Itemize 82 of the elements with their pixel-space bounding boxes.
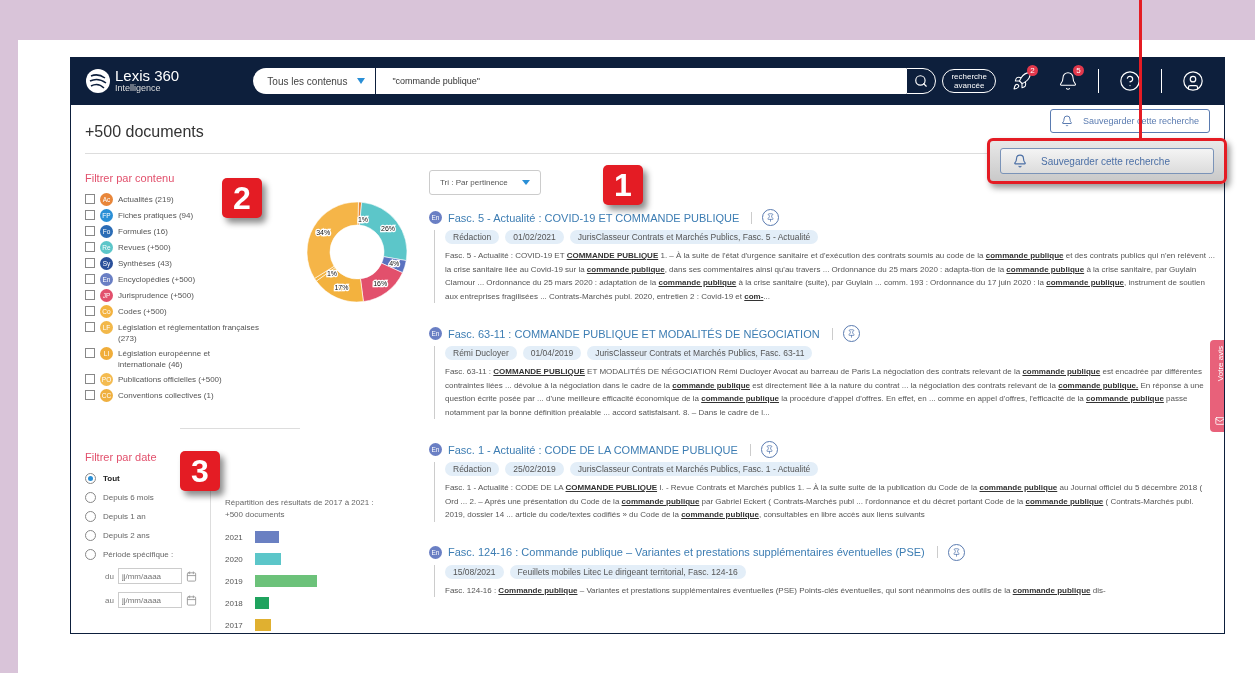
year-label: 2018 bbox=[225, 598, 243, 608]
bell-icon bbox=[1013, 154, 1027, 168]
field-label: au bbox=[105, 595, 114, 605]
section-title: Filtrer par date bbox=[85, 451, 158, 463]
count-badge: 2 bbox=[1027, 65, 1038, 76]
calendar-icon bbox=[185, 570, 197, 582]
date-field[interactable]: jj/mm/aaaa bbox=[117, 592, 182, 608]
result-excerpt: Fasc. 63-11 : COMMANDE PUBLIQUE ET MODALITÉS DE NÉGOCIATION Rémi Ducloyer Avocat au barreau de Paris La négociation des contrats relevant de la commande publique est encadrée par différentes contraintes liées ... dévolue à la négociation dans le cadre de la commande publique est directement liée à la nature du contrat ... la négociation des contrats relevant de la commande publique. En réponse à une question écrite posée par ... d'une meilleure efficacité économique de la commande publique la procédure d'appel d'offres. En effet, en ... comme en appel d'offres, l'efficacité de la commande publique passe notamment par la bonne définition préalable ... accord satisfaisant. 8. – Dans le cadre de l... bbox=[445, 366, 1205, 419]
pin-button[interactable] bbox=[947, 543, 965, 561]
annotation-number: 1 bbox=[603, 165, 643, 205]
result-tag: Rémi Ducloyer bbox=[445, 346, 517, 360]
pin-icon bbox=[846, 329, 856, 338]
bell-icon bbox=[1060, 115, 1073, 127]
field-label: du bbox=[105, 571, 114, 581]
result-tag: 01/02/2021 bbox=[505, 230, 564, 244]
result-excerpt: Fasc. 1 - Actualité : CODE DE LA COMMANDE PUBLIQUE I. - Revue Contrats et Marchés publics 1. – À la suite suite de la publication du Code de la commande publique au Journal officiel du 5 décembre 2018 ( Ord ... 2. – Après une présentation du Code de la commande publique par Gabriel Eckert ( Contrats-Marchés publ ... l'ordonnance et du décret portant Code de la commande publique ( Contrats-Marchés publ. 2019, dossier 14 ... article du code/textes codifiés » du Code de la commande publique, consultables en libre accès aux liens suivants bbox=[445, 482, 1204, 521]
caret-icon bbox=[357, 78, 366, 84]
search-icon bbox=[914, 74, 929, 88]
result-tag: 01/04/2019 bbox=[522, 346, 582, 360]
checkbox[interactable] bbox=[85, 210, 95, 220]
result-tag: 15/08/2021 bbox=[445, 564, 504, 579]
date-option[interactable]: Tout bbox=[85, 473, 120, 484]
annotation-number: 2 bbox=[222, 178, 262, 218]
result-tag: JurisClasseur Contrats et Marchés Publics, Fasc. 5 - Actualité bbox=[569, 230, 819, 244]
checkbox[interactable] bbox=[85, 258, 95, 268]
checkbox[interactable] bbox=[85, 306, 95, 316]
date-field[interactable]: jj/mm/aaaa bbox=[117, 568, 182, 584]
result-tag: JurisClasseur Contrats et Marchés Publics, Fasc. 1 - Actualité bbox=[569, 462, 819, 476]
date-option[interactable]: Depuis 2 ans bbox=[85, 530, 150, 541]
date-option[interactable]: Depuis 1 an bbox=[85, 511, 146, 522]
checkbox[interactable] bbox=[85, 348, 95, 358]
pin-icon bbox=[764, 445, 774, 454]
logo-icon bbox=[85, 68, 111, 94]
pin-icon bbox=[766, 213, 776, 222]
result-excerpt: Fasc. 124-16 : Commande publique – Variantes et prestations supplémentaires éventuelles (PSE) Points-clés éventuelles, qui sont néanmoins des outils de la commande publique dis- bbox=[445, 584, 1107, 597]
checkbox[interactable] bbox=[85, 274, 95, 284]
logo-name: Lexis 360 bbox=[115, 69, 180, 83]
bell-button[interactable]: 5 bbox=[1052, 65, 1084, 97]
result-excerpt: Fasc. 5 - Actualité : COVID-19 ET COMMANDE PUBLIQUE 1. – À la suite de l'état d'urgence sanitaire et d'exécution des contrats soumis au code de la commande publique et des contrats publics qui n'en relèvent ... la crise sanitaire liée au Covid-19 sur la commande publique, dans ses commentaires ainsi qu'au travers ... Ordonnance du 25 mars 2020 : adapta-tion de la commande publique à la crise sanitaire, par Guylain Clamour ... Ordonnance du 25 mars 2020 : adaptation de la commande publique à la crise sanitaire (suite), par Guylain ... comm. 193 : Ordonnance du 17 juin 2020 : la commande publique, instrument de soutien aux entreprises fragilisées ... Contrats-Marchés publ. 2020, entretien 2 : Covid-19 et com-... bbox=[445, 250, 1215, 303]
result-tag: JurisClasseur Contrats et Marchés Publics, Fasc. 63-11 bbox=[587, 346, 813, 360]
logo-subtitle: Intelligence bbox=[115, 83, 162, 93]
section-title: Filtrer par contenu bbox=[85, 172, 176, 184]
checkbox[interactable] bbox=[85, 374, 95, 384]
rocket-button[interactable]: 2 bbox=[1006, 65, 1038, 97]
result-tag: 25/02/2019 bbox=[505, 462, 564, 476]
chart-caption: Répartition des résultats de 2017 à 2021 : +500 documents bbox=[225, 497, 375, 521]
result-title-link[interactable]: Fasc. 63-11 : COMMANDE PUBLIQUE ET MODALITÉS DE NÉGOCIATION bbox=[448, 327, 833, 340]
checkbox[interactable] bbox=[85, 242, 95, 252]
date-option[interactable]: Période spécifique : bbox=[85, 549, 174, 560]
count-badge: 5 bbox=[1073, 65, 1084, 76]
result-tag: Feuillets mobiles Litec Le dirigeant territorial, Fasc. 124-16 bbox=[509, 564, 746, 579]
checkbox[interactable] bbox=[85, 322, 95, 332]
result-tag: Rédaction bbox=[445, 230, 500, 244]
results-count: +500 documents bbox=[85, 123, 204, 141]
annotation-number: 3 bbox=[180, 451, 220, 491]
pin-button[interactable] bbox=[760, 441, 778, 458]
pin-button[interactable] bbox=[842, 325, 860, 342]
sort-dropdown[interactable]: Tri : Par pertinence bbox=[429, 170, 541, 195]
checkbox[interactable] bbox=[85, 390, 95, 400]
bell-icon bbox=[1058, 71, 1078, 91]
user-icon bbox=[1182, 70, 1204, 92]
year-label: 2017 bbox=[225, 620, 243, 630]
pin-button[interactable] bbox=[762, 209, 780, 226]
calendar-icon bbox=[185, 594, 197, 606]
date-option[interactable]: Depuis 6 mois bbox=[85, 492, 154, 503]
rocket-icon bbox=[1012, 71, 1032, 91]
result-title-link[interactable]: Fasc. 124-16 : Commande publique – Variantes et prestations supplémentaires éventuelles (PSE) bbox=[448, 546, 938, 558]
year-label: 2019 bbox=[225, 576, 243, 586]
scope-dropdown[interactable]: Tous les contenus bbox=[253, 68, 377, 94]
checkbox[interactable] bbox=[85, 194, 95, 204]
year-label: 2020 bbox=[225, 554, 243, 564]
save-search-button[interactable]: Sauvegarder cette recherche bbox=[1000, 148, 1214, 174]
year-label: 2021 bbox=[225, 532, 243, 542]
checkbox[interactable] bbox=[85, 290, 95, 300]
result-title-link[interactable]: Fasc. 1 - Actualité : CODE DE LA COMMANDE PUBLIQUE bbox=[448, 443, 751, 456]
search-button[interactable] bbox=[906, 68, 937, 94]
result-title-link[interactable]: Fasc. 5 - Actualité : COVID-19 ET COMMANDE PUBLIQUE bbox=[448, 211, 753, 224]
caret-icon bbox=[521, 180, 530, 185]
result-tag: Rédaction bbox=[445, 462, 500, 476]
pin-icon bbox=[951, 547, 961, 557]
help-icon bbox=[1119, 70, 1141, 92]
checkbox[interactable] bbox=[85, 226, 95, 236]
